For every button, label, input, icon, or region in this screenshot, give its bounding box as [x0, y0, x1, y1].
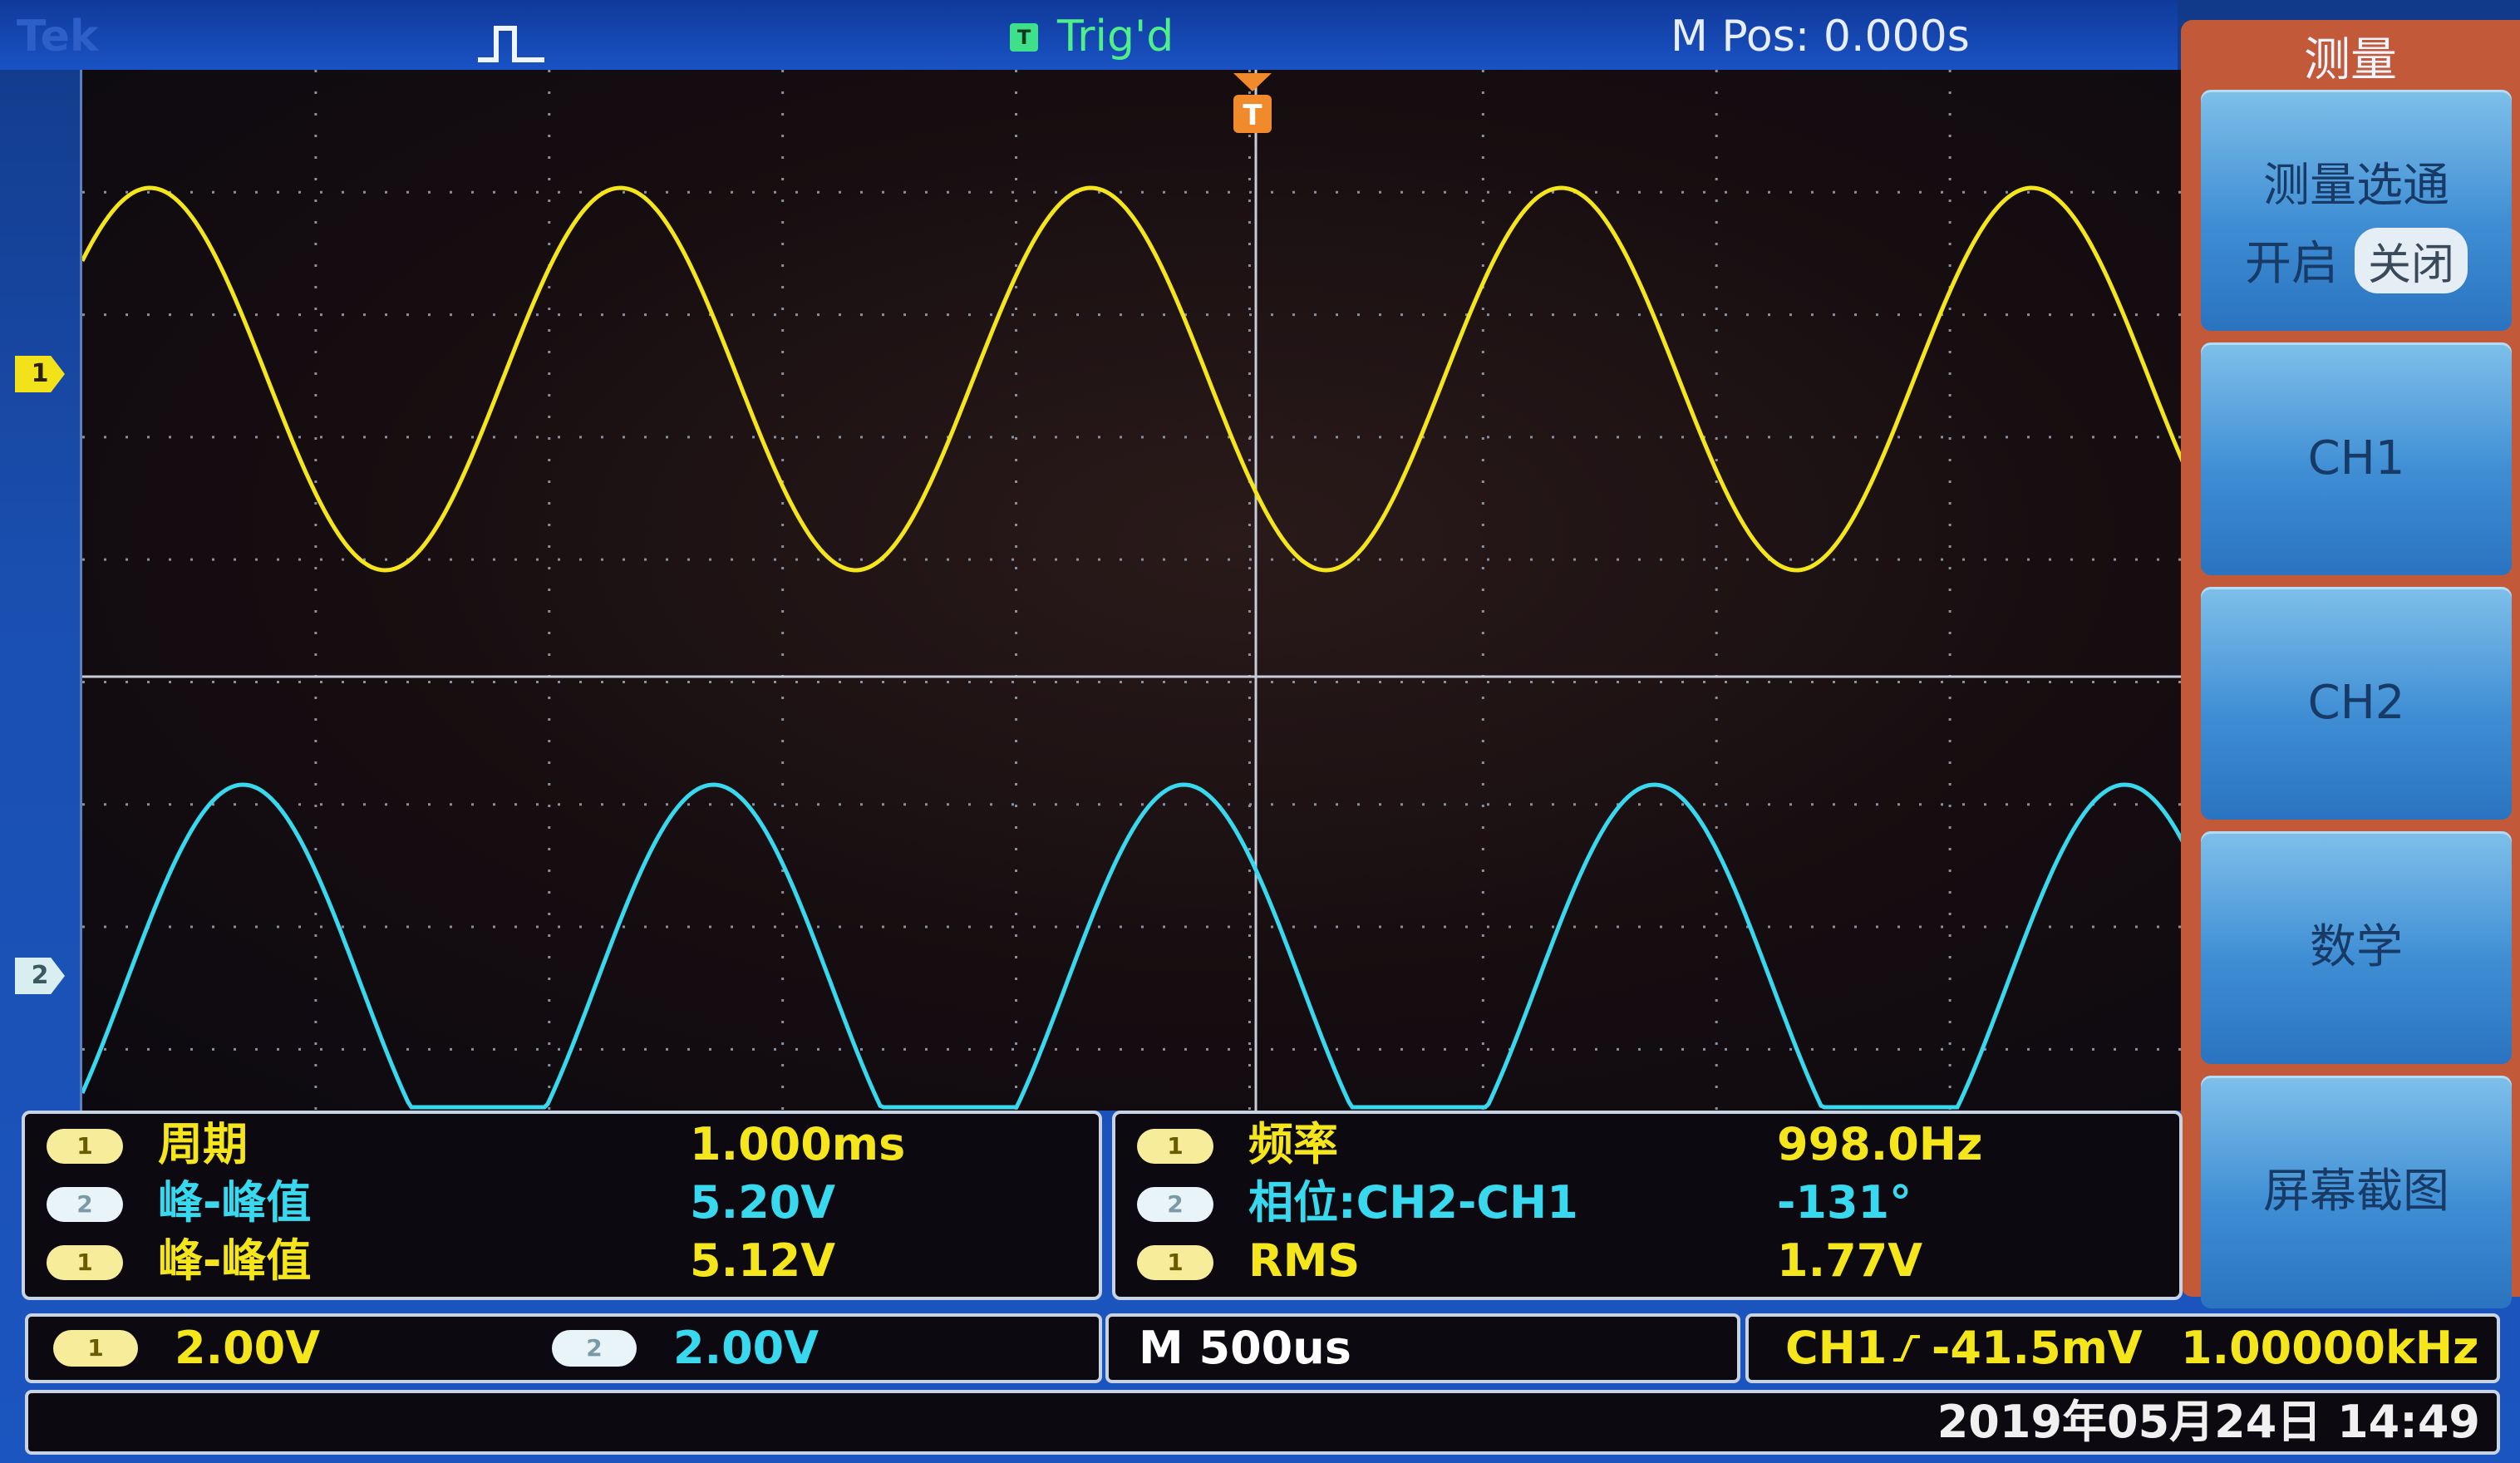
- ch2-softkey[interactable]: CH2: [2201, 587, 2512, 820]
- date-time-bar: 2019年05月24日 14:49: [25, 1390, 2500, 1455]
- trigger-frequency: 1.00000kHz: [2181, 1322, 2479, 1374]
- waveform-traces: [82, 185, 2183, 1110]
- trigger-position-icon[interactable]: T: [1228, 70, 1277, 136]
- oscilloscope-screen: Tek T Trig'd M Pos: 0.000s 1 2 T 测量 测量选通…: [0, 0, 2520, 1463]
- gating-on-option[interactable]: 开启: [2245, 226, 2338, 293]
- ch1-badge: 1: [53, 1330, 138, 1367]
- trigger-status: Trig'd: [1057, 12, 1174, 62]
- measurement-name: 峰-峰值: [158, 1234, 312, 1287]
- channel-badge: 1: [47, 1129, 123, 1164]
- measurement-value: 1.000ms: [690, 1118, 906, 1170]
- trigger-readout: CH1 -41.5mV 1.00000kHz: [1745, 1313, 2500, 1383]
- trigger-source: CH1: [1785, 1322, 1888, 1374]
- channel-badge: 2: [47, 1187, 123, 1222]
- measurement-value: 1.77V: [1777, 1234, 1923, 1287]
- menu-title: 测量: [2304, 33, 2397, 87]
- trigger-state-icon: T: [1010, 23, 1038, 52]
- timebase-value: M 500us: [1139, 1322, 1351, 1374]
- measure-menu: 测量 测量选通 开启 关闭 CH1 CH2 数学 屏幕截图: [2181, 20, 2520, 1308]
- ch2-trace: [82, 782, 2183, 1110]
- ch1-softkey[interactable]: CH1: [2201, 342, 2512, 575]
- measurement-row: 1 频率 998.0Hz: [1115, 1116, 2179, 1174]
- measurement-name: 周期: [158, 1118, 248, 1170]
- ch2-badge: 2: [552, 1330, 637, 1367]
- ch2-volts-per-div: 2.00V: [673, 1322, 819, 1374]
- top-status-bar: Tek T Trig'd M Pos: 0.000s: [0, 0, 2178, 70]
- gating-options: 开启 关闭: [2201, 226, 2512, 293]
- measurement-row: 1 RMS 1.77V: [1115, 1232, 2179, 1290]
- date-time: 2019年05月24日 14:49: [1937, 1396, 2480, 1448]
- measurement-name: RMS: [1248, 1234, 1361, 1287]
- channel-badge: 1: [1137, 1129, 1213, 1164]
- waveform-display: [80, 70, 2183, 1111]
- measurement-name: 频率: [1248, 1118, 1338, 1170]
- brand-logo: Tek: [17, 12, 99, 62]
- measurement-gating-softkey[interactable]: 测量选通 开启 关闭: [2201, 90, 2512, 331]
- rising-edge-icon: [1893, 1335, 1920, 1362]
- gating-label: 测量选通: [2263, 159, 2449, 213]
- channel-badge: 1: [1137, 1245, 1213, 1280]
- gating-off-option[interactable]: 关闭: [2354, 228, 2468, 293]
- channel-badge: 1: [47, 1245, 123, 1280]
- ch2-offset-marker[interactable]: 2: [15, 958, 65, 994]
- timebase-readout: M 500us: [1105, 1313, 1740, 1383]
- measurement-value: -131°: [1777, 1176, 1912, 1229]
- measurement-row: 2 相位:CH2-CH1 -131°: [1115, 1174, 2179, 1232]
- measurement-row: 1 周期 1.000ms: [25, 1116, 1099, 1174]
- ch1-volts-per-div: 2.00V: [175, 1322, 321, 1374]
- channel-badge: 2: [1137, 1187, 1213, 1222]
- measurement-value: 5.12V: [690, 1234, 836, 1287]
- measurement-name: 相位:CH2-CH1: [1248, 1176, 1578, 1229]
- svg-text:T: T: [1243, 99, 1262, 132]
- ch1-trace: [82, 185, 2183, 573]
- horizontal-position-readout: M Pos: 0.000s: [1671, 12, 1970, 62]
- math-softkey[interactable]: 数学: [2201, 831, 2512, 1064]
- ch1-offset-marker[interactable]: 1: [15, 356, 65, 392]
- vertical-scale-readout: 1 2.00V 2 2.00V: [25, 1313, 1102, 1383]
- measurement-name: 峰-峰值: [158, 1176, 312, 1229]
- measurement-panel-right: 1 频率 998.0Hz 2 相位:CH2-CH1 -131° 1 RMS 1.…: [1112, 1111, 2183, 1300]
- measurement-value: 998.0Hz: [1777, 1118, 1983, 1170]
- measurement-row: 1 峰-峰值 5.12V: [25, 1232, 1099, 1290]
- measurement-row: 2 峰-峰值 5.20V: [25, 1174, 1099, 1232]
- pulse-icon: [478, 26, 544, 62]
- measurement-panel-left: 1 周期 1.000ms 2 峰-峰值 5.20V 1 峰-峰值 5.12V: [22, 1111, 1102, 1300]
- trigger-level: -41.5mV: [1932, 1322, 2143, 1374]
- measurement-value: 5.20V: [690, 1176, 836, 1229]
- screenshot-softkey[interactable]: 屏幕截图: [2201, 1076, 2512, 1308]
